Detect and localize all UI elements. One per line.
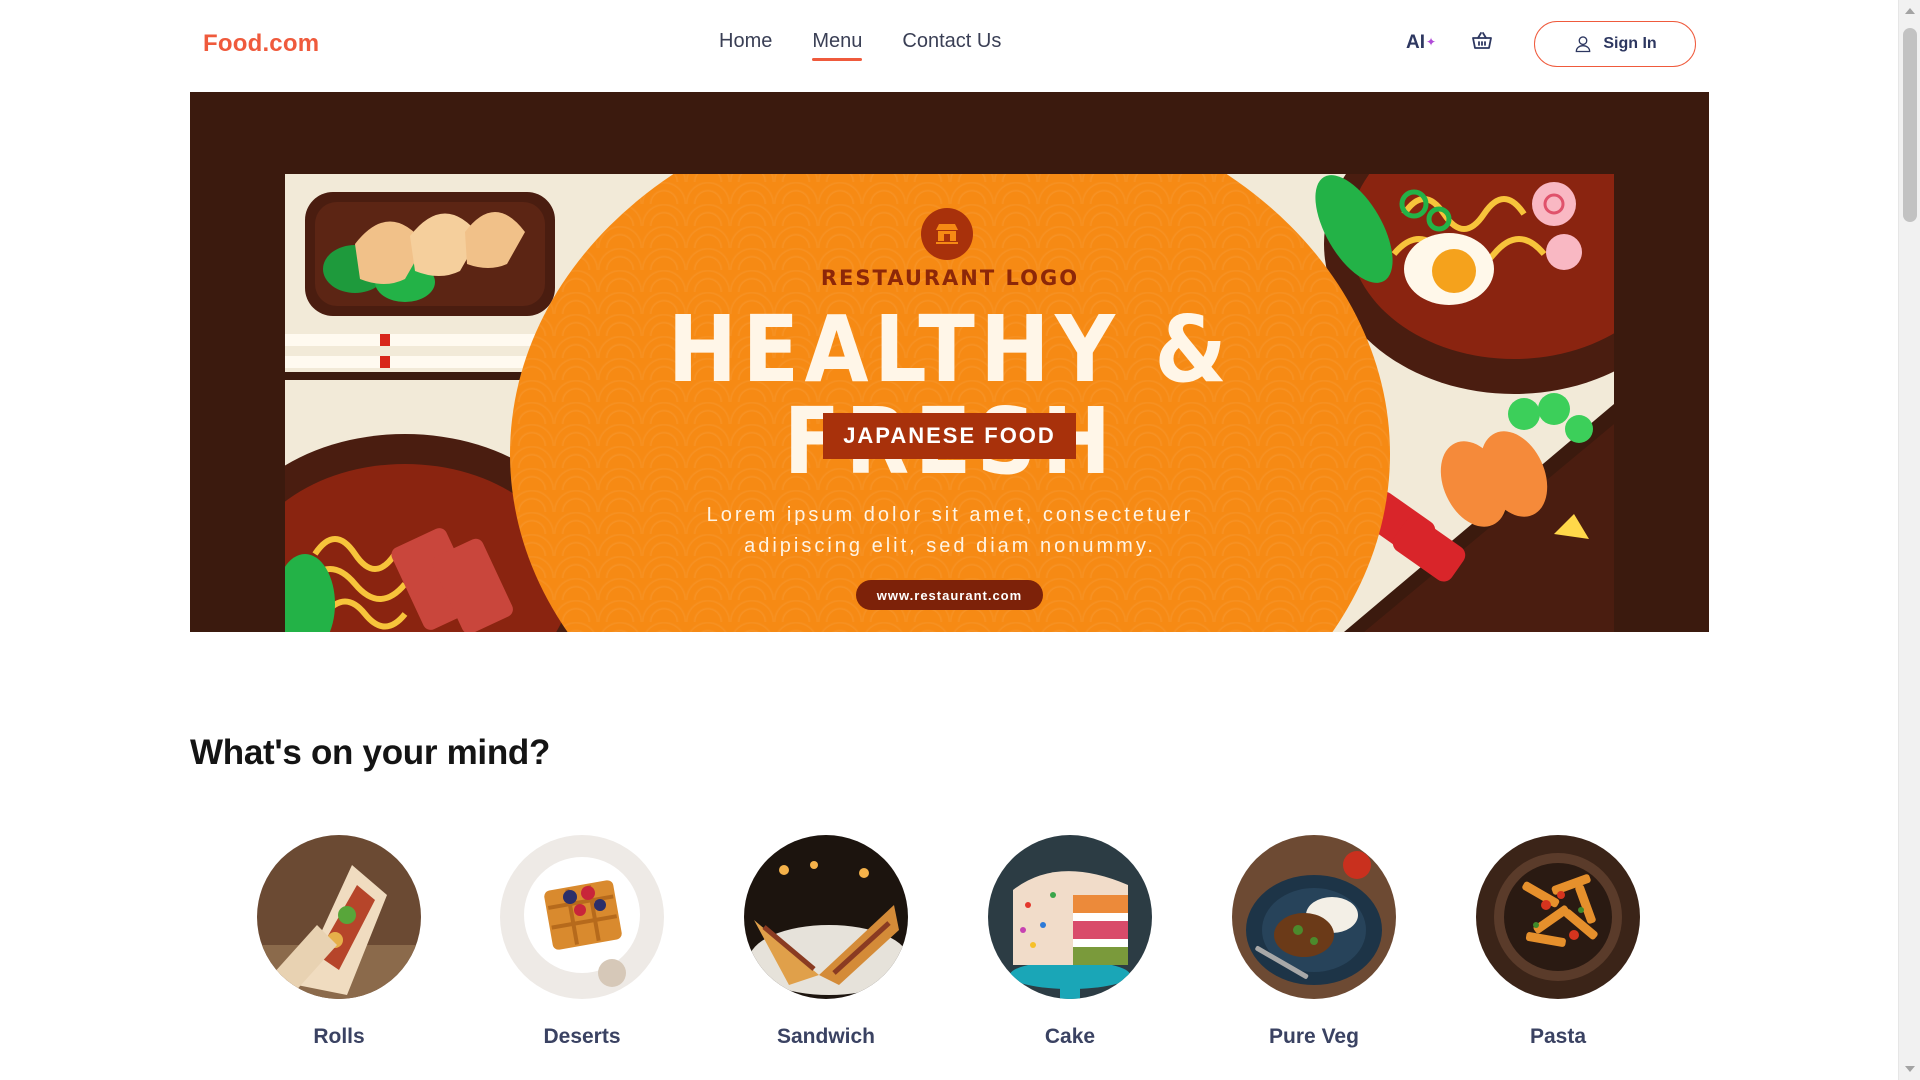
user-icon [1575, 36, 1591, 53]
nav-item-home[interactable]: Home [719, 30, 772, 61]
section-title: What's on your mind? [190, 733, 551, 772]
pasta-image [1476, 835, 1640, 999]
category-label: Pasta [1529, 1025, 1587, 1048]
nav-item-menu[interactable]: Menu [812, 30, 863, 61]
sign-in-label: Sign In [1603, 35, 1657, 52]
banner-headline: HEALTHY & FRESH [667, 296, 1233, 488]
ai-label: AI [1406, 32, 1425, 53]
rolls-image [257, 835, 421, 999]
sign-in-button[interactable]: Sign In [1534, 21, 1696, 67]
category-label: Rolls [313, 1025, 365, 1048]
scroll-thumb[interactable] [1903, 28, 1917, 222]
category-label: Pure Veg [1269, 1025, 1359, 1048]
banner-description: Lorem ipsum dolor sit amet, consectetuer… [615, 500, 1285, 562]
category-item-pure-veg[interactable]: Pure Veg [1214, 835, 1414, 1049]
category-item-deserts[interactable]: Deserts [482, 835, 682, 1049]
category-label: Cake [1044, 1025, 1096, 1048]
banner-url-pill: www.restaurant.com [856, 580, 1043, 610]
category-label: Sandwich [776, 1025, 876, 1048]
banner-description-line-2: adipiscing elit, sed diam nonummy. [744, 535, 1156, 557]
scroll-down-arrow-icon[interactable] [1905, 1066, 1915, 1072]
ai-button[interactable]: AI✦ [1406, 32, 1436, 54]
banner-description-line-1: Lorem ipsum dolor sit amet, consectetuer [706, 504, 1194, 526]
sandwich-image [744, 835, 908, 999]
top-navbar: Food.com Home Menu Contact Us AI✦ Sign I… [0, 0, 1898, 90]
brand-logo[interactable]: Food.com [203, 30, 319, 58]
page-scrollbar[interactable] [1898, 0, 1920, 1080]
basket-icon [1472, 32, 1492, 49]
deserts-image [500, 835, 664, 999]
nav-item-contact-us[interactable]: Contact Us [902, 30, 1001, 61]
category-item-cake[interactable]: Cake [970, 835, 1170, 1049]
cart-button[interactable] [1470, 29, 1494, 53]
banner-artwork: RESTAURANT LOGO HEALTHY & FRESH JAPANESE… [285, 174, 1614, 632]
sparkle-icon: ✦ [1426, 35, 1437, 49]
category-item-rolls[interactable]: Rolls [239, 835, 439, 1049]
category-item-pasta[interactable]: Pasta [1458, 835, 1658, 1049]
cake-image [988, 835, 1152, 999]
main-nav: Home Menu Contact Us [719, 30, 1001, 61]
category-list: Rolls Deserts Sandwich Cake Pure Veg Pas… [0, 835, 1898, 1055]
hero-banner[interactable]: RESTAURANT LOGO HEALTHY & FRESH JAPANESE… [190, 92, 1709, 632]
scroll-up-arrow-icon[interactable] [1905, 8, 1915, 14]
restaurant-logo-text: RESTAURANT LOGO [820, 266, 1080, 290]
pure-veg-image [1232, 835, 1396, 999]
restaurant-icon [921, 208, 973, 260]
category-label: Deserts [543, 1025, 621, 1048]
banner-tag: JAPANESE FOOD [823, 413, 1076, 459]
category-item-sandwich[interactable]: Sandwich [726, 835, 926, 1049]
